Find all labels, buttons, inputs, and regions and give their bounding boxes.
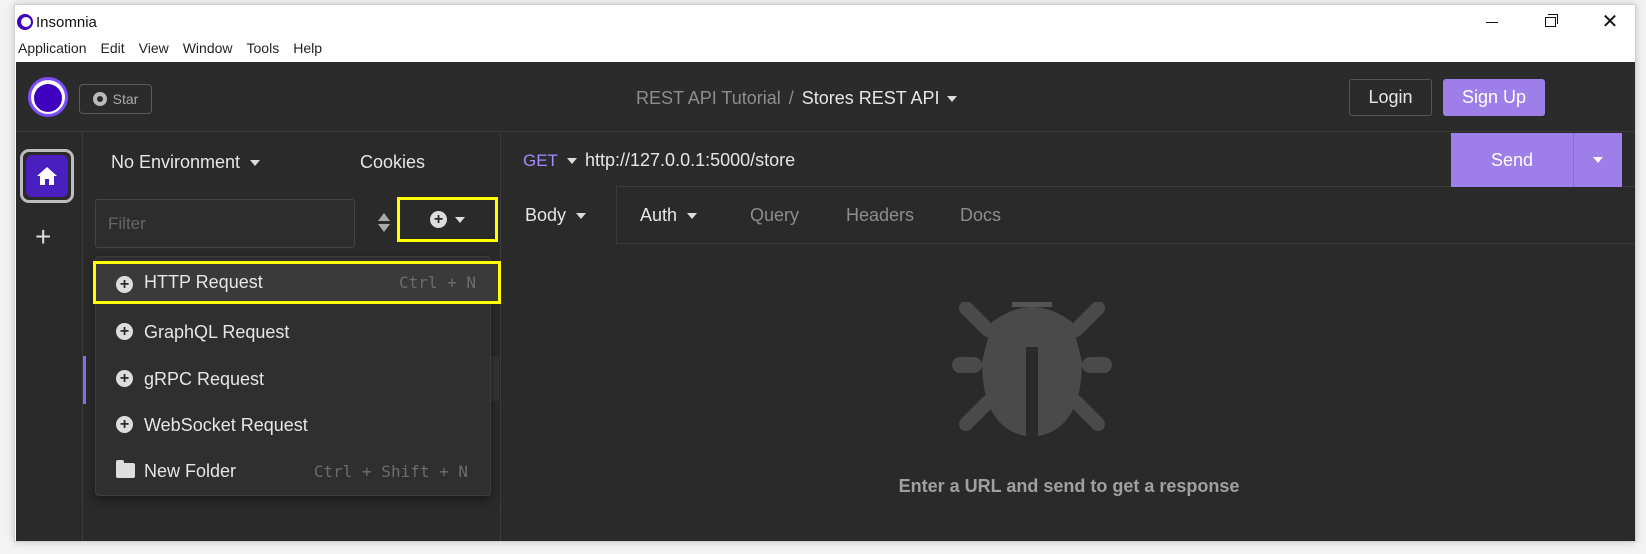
menu-item-shortcut: Ctrl + N xyxy=(398,273,476,292)
filter-input[interactable]: Filter xyxy=(95,199,355,248)
active-item-indicator xyxy=(83,356,86,404)
tab-query[interactable]: Query xyxy=(750,205,799,226)
sort-icon[interactable] xyxy=(378,213,390,233)
app-content: Star REST API Tutorial / Stores REST API… xyxy=(16,62,1635,541)
home-icon xyxy=(37,167,57,185)
chevron-down-icon[interactable] xyxy=(947,95,958,102)
login-button[interactable]: Login xyxy=(1349,79,1432,116)
maximize-button[interactable] xyxy=(1527,9,1573,35)
chevron-down-icon xyxy=(687,212,698,219)
window-title: Insomnia xyxy=(36,14,97,31)
method-selector[interactable]: GET xyxy=(523,151,577,171)
folder-icon xyxy=(116,460,135,478)
menu-item-label: New Folder xyxy=(144,460,237,481)
minimize-icon xyxy=(1486,21,1498,23)
menu-window[interactable]: Window xyxy=(183,35,247,60)
menu-tools[interactable]: Tools xyxy=(247,35,294,60)
plus-circle-icon: + xyxy=(116,370,133,387)
bug-icon xyxy=(952,302,1112,437)
left-rail: + xyxy=(16,133,83,541)
menu-item-websocket-request[interactable]: + WebSocket Request xyxy=(96,404,490,446)
breadcrumb: REST API Tutorial / Stores REST API xyxy=(636,88,958,109)
add-project-button[interactable]: + xyxy=(35,223,51,251)
star-label: Star xyxy=(112,91,139,107)
url-input[interactable]: http://127.0.0.1:5000/store xyxy=(585,150,795,171)
restore-icon xyxy=(1544,14,1558,27)
send-options-button[interactable] xyxy=(1574,133,1622,187)
environment-selector[interactable]: No Environment xyxy=(111,152,261,173)
chevron-down-icon xyxy=(250,159,261,166)
top-bar: Star REST API Tutorial / Stores REST API… xyxy=(16,62,1635,132)
create-dropdown-button[interactable]: + xyxy=(397,197,498,242)
scrollbar[interactable] xyxy=(491,356,499,401)
menu-help[interactable]: Help xyxy=(293,35,336,60)
method-label: GET xyxy=(523,151,558,170)
plus-circle-icon: + xyxy=(116,276,133,293)
tab-docs[interactable]: Docs xyxy=(960,205,1001,226)
create-menu: + HTTP Request Ctrl + N + GraphQL Reques… xyxy=(93,256,501,496)
menu-item-label: WebSocket Request xyxy=(144,414,308,435)
chevron-down-icon xyxy=(566,158,577,164)
chevron-down-icon xyxy=(455,216,465,223)
sidebar: No Environment Cookies Filter + + HTTP R… xyxy=(83,133,501,541)
tab-label: Body xyxy=(525,205,567,225)
plus-circle-icon: + xyxy=(116,416,133,433)
menu-edit[interactable]: Edit xyxy=(101,35,139,60)
menu-item-graphql-request[interactable]: + GraphQL Request xyxy=(96,311,490,353)
signup-button[interactable]: Sign Up xyxy=(1443,79,1545,116)
cookies-button[interactable]: Cookies xyxy=(360,152,425,173)
insomnia-logo-icon xyxy=(17,14,33,30)
tab-headers[interactable]: Headers xyxy=(846,205,914,226)
close-button[interactable]: ✕ xyxy=(1587,9,1633,35)
breadcrumb-project[interactable]: REST API Tutorial xyxy=(636,88,781,109)
menu-item-label: GraphQL Request xyxy=(144,321,290,342)
breadcrumb-separator: / xyxy=(788,88,794,108)
plus-circle-icon: + xyxy=(116,323,133,340)
plus-circle-icon: + xyxy=(430,211,447,228)
minimize-button[interactable] xyxy=(1469,9,1515,35)
url-bar: GET http://127.0.0.1:5000/store Send xyxy=(502,133,1635,187)
title-bar: Insomnia ✕ xyxy=(15,5,1635,35)
menu-item-label: gRPC Request xyxy=(144,368,265,389)
empty-response-hint: Enter a URL and send to get a response xyxy=(898,476,1240,496)
environment-label: No Environment xyxy=(111,152,241,172)
request-tabs: Body Auth Query Headers Docs xyxy=(502,186,1635,244)
github-icon xyxy=(92,92,107,106)
chevron-down-icon xyxy=(1593,157,1603,163)
app-window: Insomnia ✕ Application Edit View Window … xyxy=(14,4,1636,542)
menu-item-label: HTTP Request xyxy=(144,272,263,292)
menu-application[interactable]: Application xyxy=(18,35,101,60)
menu-item-new-folder[interactable]: New Folder Ctrl + Shift + N xyxy=(96,450,490,492)
menu-item-grpc-request[interactable]: + gRPC Request xyxy=(96,358,490,400)
insomnia-logo-icon[interactable] xyxy=(28,77,68,117)
send-button[interactable]: Send xyxy=(1451,133,1574,187)
chevron-down-icon xyxy=(576,212,587,219)
menu-item-shortcut: Ctrl + Shift + N xyxy=(313,461,468,481)
menu-item-http-request[interactable]: + HTTP Request Ctrl + N xyxy=(93,261,501,304)
home-button[interactable] xyxy=(20,149,74,203)
tab-body[interactable]: Body xyxy=(525,205,587,226)
menu-bar: Application Edit View Window Tools Help xyxy=(15,35,1635,60)
github-star-button[interactable]: Star xyxy=(79,84,152,114)
breadcrumb-collection[interactable]: Stores REST API xyxy=(802,88,940,109)
menu-view[interactable]: View xyxy=(139,35,183,60)
tab-auth[interactable]: Auth xyxy=(640,205,698,226)
tab-label: Auth xyxy=(640,205,678,225)
